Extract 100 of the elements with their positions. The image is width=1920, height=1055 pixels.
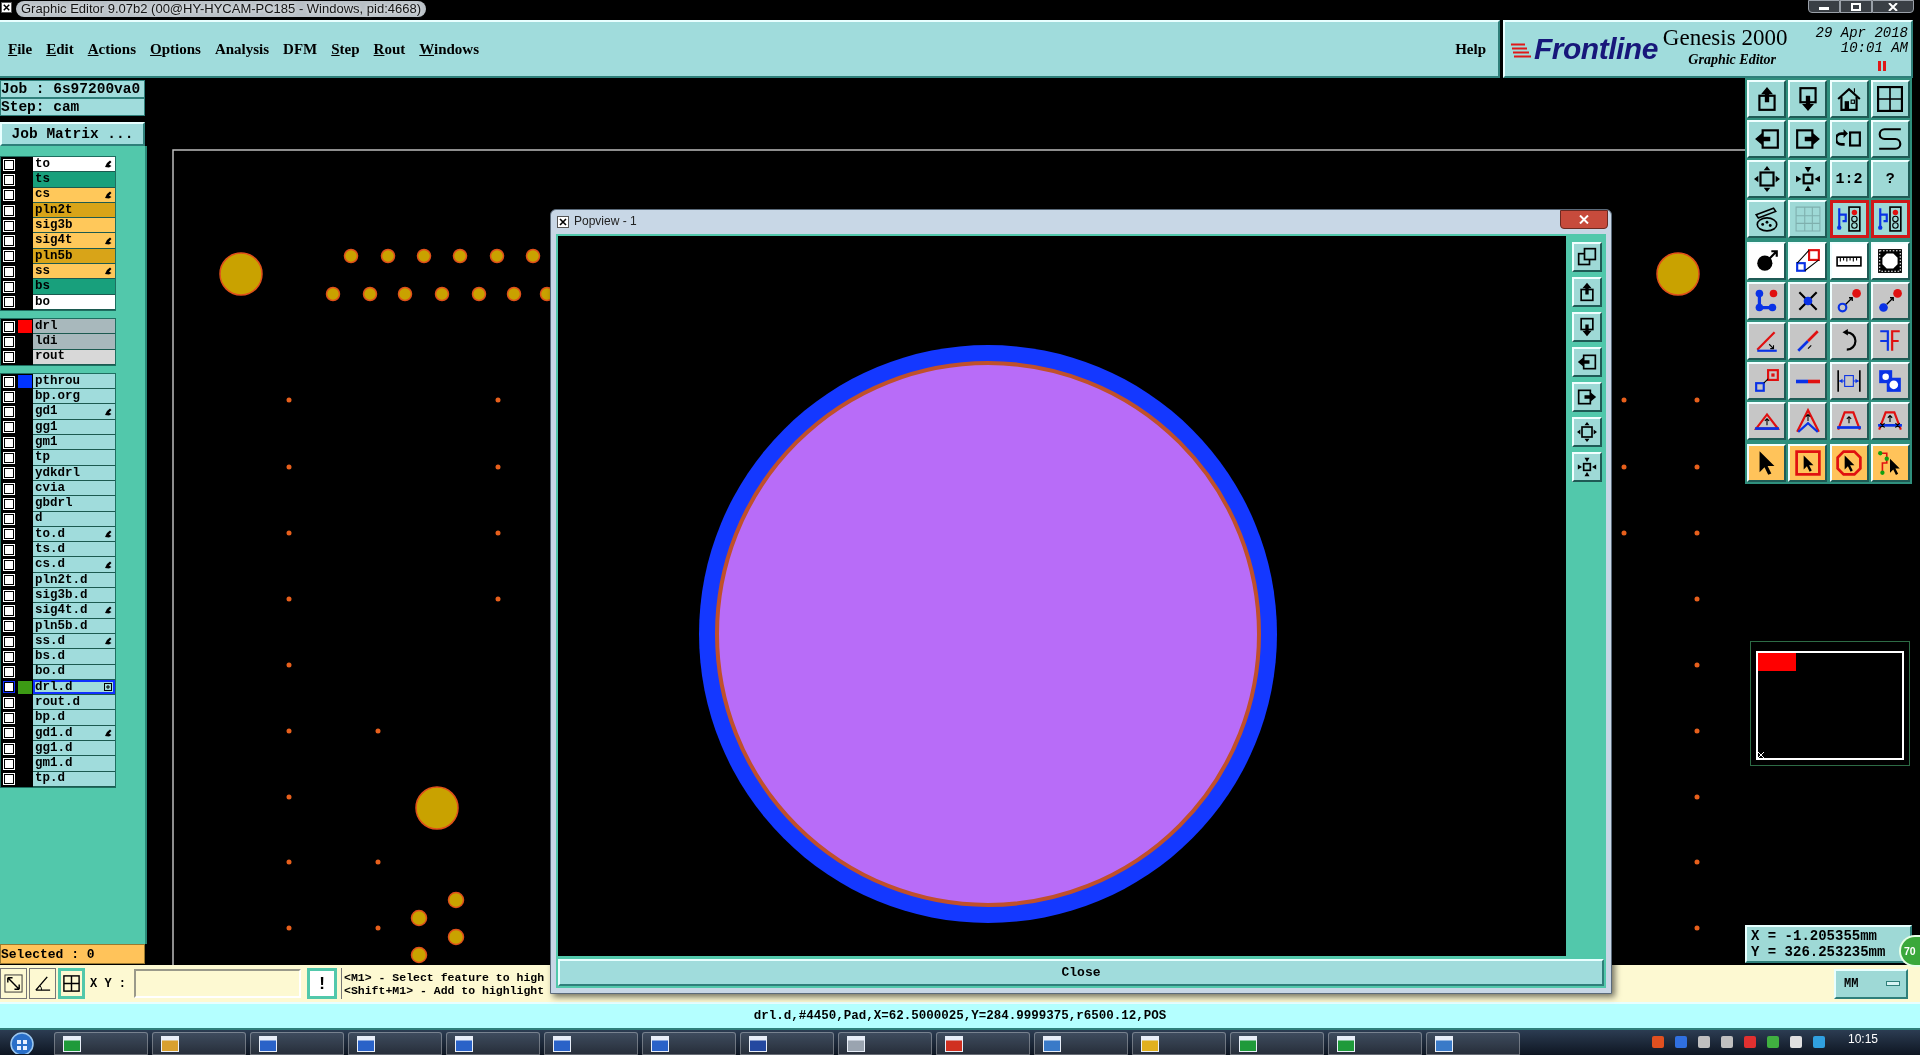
layer-checkbox[interactable]	[3, 436, 15, 449]
layer-item[interactable]: sig4t.d	[33, 603, 115, 619]
layer-checkbox[interactable]	[3, 513, 15, 526]
layer-checkbox[interactable]	[3, 452, 15, 464]
minimize-button[interactable]	[1808, 0, 1840, 13]
layer-checkbox[interactable]	[3, 528, 15, 541]
layer-item[interactable]: gm1	[33, 435, 115, 451]
layer-checkbox[interactable]	[3, 589, 15, 602]
layer-item[interactable]: cs.d	[33, 557, 115, 573]
layer-item[interactable]: to	[33, 157, 115, 173]
layer-item[interactable]: sig4t	[33, 233, 115, 249]
layer-checkbox[interactable]	[3, 406, 15, 419]
layer-item[interactable]: gm1.d	[33, 756, 115, 772]
help-menu[interactable]: Help	[1455, 41, 1486, 57]
layer-item[interactable]: bp.d	[33, 710, 115, 726]
menu-item[interactable]: Rout	[373, 41, 406, 57]
taskbar-button[interactable]	[740, 1032, 834, 1055]
view-tool-button[interactable]	[1571, 242, 1602, 272]
layer-checkbox[interactable]	[3, 421, 15, 434]
layer-checkbox[interactable]	[3, 666, 15, 679]
layer-checkbox[interactable]	[3, 559, 15, 572]
taskbar-button[interactable]	[348, 1032, 442, 1055]
layer-checkbox[interactable]	[3, 189, 15, 202]
layer-checkbox[interactable]	[3, 681, 15, 694]
taskbar-button[interactable]	[642, 1032, 736, 1055]
layer-item[interactable]: ldi	[33, 334, 115, 350]
layer-checkbox[interactable]	[3, 351, 15, 364]
layer-item[interactable]: rout.d	[33, 695, 115, 711]
layer-item[interactable]: bp.org	[33, 389, 115, 405]
start-button[interactable]	[8, 1032, 36, 1055]
xy-input-field[interactable]	[134, 969, 301, 998]
maximize-button[interactable]	[1840, 0, 1872, 13]
units-dropdown[interactable]: MM	[1834, 968, 1908, 999]
close-button[interactable]: Close	[558, 959, 1604, 986]
taskbar-button[interactable]	[250, 1032, 344, 1055]
menu-item[interactable]: Analysis	[214, 41, 270, 57]
taskbar-button[interactable]	[1328, 1032, 1422, 1055]
layer-checkbox[interactable]	[3, 696, 15, 709]
tool-button[interactable]	[58, 968, 85, 999]
taskbar-button[interactable]	[936, 1032, 1030, 1055]
layer-checkbox[interactable]	[3, 712, 15, 725]
layer-item[interactable]: drl	[33, 318, 115, 335]
tool-button[interactable]	[1829, 200, 1869, 238]
tool-button[interactable]	[1870, 200, 1910, 238]
layer-checkbox[interactable]	[3, 482, 15, 495]
layer-checkbox[interactable]	[3, 650, 15, 663]
layer-checkbox[interactable]	[3, 467, 15, 480]
layer-checkbox[interactable]	[3, 320, 15, 333]
layer-checkbox[interactable]	[3, 219, 15, 232]
layer-checkbox[interactable]	[3, 497, 15, 510]
taskbar-button[interactable]	[1230, 1032, 1324, 1055]
layer-checkbox[interactable]	[3, 250, 15, 263]
layer-checkbox[interactable]	[3, 620, 15, 633]
view-tool-button[interactable]	[1571, 277, 1602, 307]
layer-item[interactable]: gd1	[33, 404, 115, 420]
taskbar-button[interactable]	[1132, 1032, 1226, 1055]
layer-checkbox[interactable]	[3, 604, 15, 617]
taskbar-button[interactable]	[838, 1032, 932, 1055]
menu-item[interactable]: Edit	[46, 41, 74, 57]
layer-item[interactable]: bs.d	[33, 649, 115, 665]
menu-item[interactable]: DFM	[283, 41, 318, 57]
taskbar-button[interactable]	[54, 1032, 148, 1055]
taskbar-button[interactable]	[152, 1032, 246, 1055]
taskbar-button[interactable]	[544, 1032, 638, 1055]
layer-item[interactable]: gbdrl	[33, 496, 115, 512]
layer-item[interactable]: ss	[33, 264, 115, 280]
layer-checkbox[interactable]	[3, 281, 15, 293]
layer-checkbox[interactable]	[3, 204, 15, 217]
view-tool-button[interactable]	[1571, 452, 1602, 482]
close-button[interactable]	[1560, 210, 1608, 229]
menu-item[interactable]: Step	[331, 41, 360, 57]
layer-item[interactable]: ts.d	[33, 542, 115, 558]
layer-checkbox[interactable]	[3, 543, 15, 556]
layer-checkbox[interactable]	[3, 265, 15, 278]
menu-item[interactable]: Actions	[87, 41, 137, 57]
layer-checkbox[interactable]	[3, 158, 15, 171]
layer-checkbox[interactable]	[3, 375, 15, 388]
layer-checkbox[interactable]	[3, 390, 15, 403]
view-tool-button[interactable]	[1571, 312, 1602, 342]
alert-button[interactable]: !	[307, 968, 337, 999]
close-button[interactable]	[1872, 0, 1914, 13]
job-matrix-button[interactable]: Job Matrix ...	[0, 122, 145, 146]
menu-item[interactable]: Windows	[419, 41, 480, 57]
layer-checkbox[interactable]	[3, 235, 15, 248]
view-tool-button[interactable]	[1571, 382, 1602, 412]
layer-checkbox[interactable]	[3, 173, 15, 186]
layer-checkbox[interactable]	[3, 757, 15, 770]
layer-checkbox[interactable]	[3, 335, 15, 348]
taskbar-button[interactable]	[1426, 1032, 1520, 1055]
tool-button[interactable]: 1:2	[1829, 160, 1869, 198]
view-tool-button[interactable]	[1571, 417, 1602, 447]
tool-button[interactable]	[29, 968, 56, 999]
layer-item[interactable]: sig3b	[33, 218, 115, 234]
layer-checkbox[interactable]	[3, 296, 15, 309]
menu-item[interactable]: Options	[150, 41, 201, 57]
layer-item[interactable]: bs	[33, 279, 115, 295]
layer-item[interactable]: pthrou	[33, 373, 115, 390]
layer-item[interactable]: sig3b.d	[33, 588, 115, 604]
menu-item[interactable]: File	[8, 41, 33, 57]
layer-checkbox[interactable]	[3, 574, 15, 587]
